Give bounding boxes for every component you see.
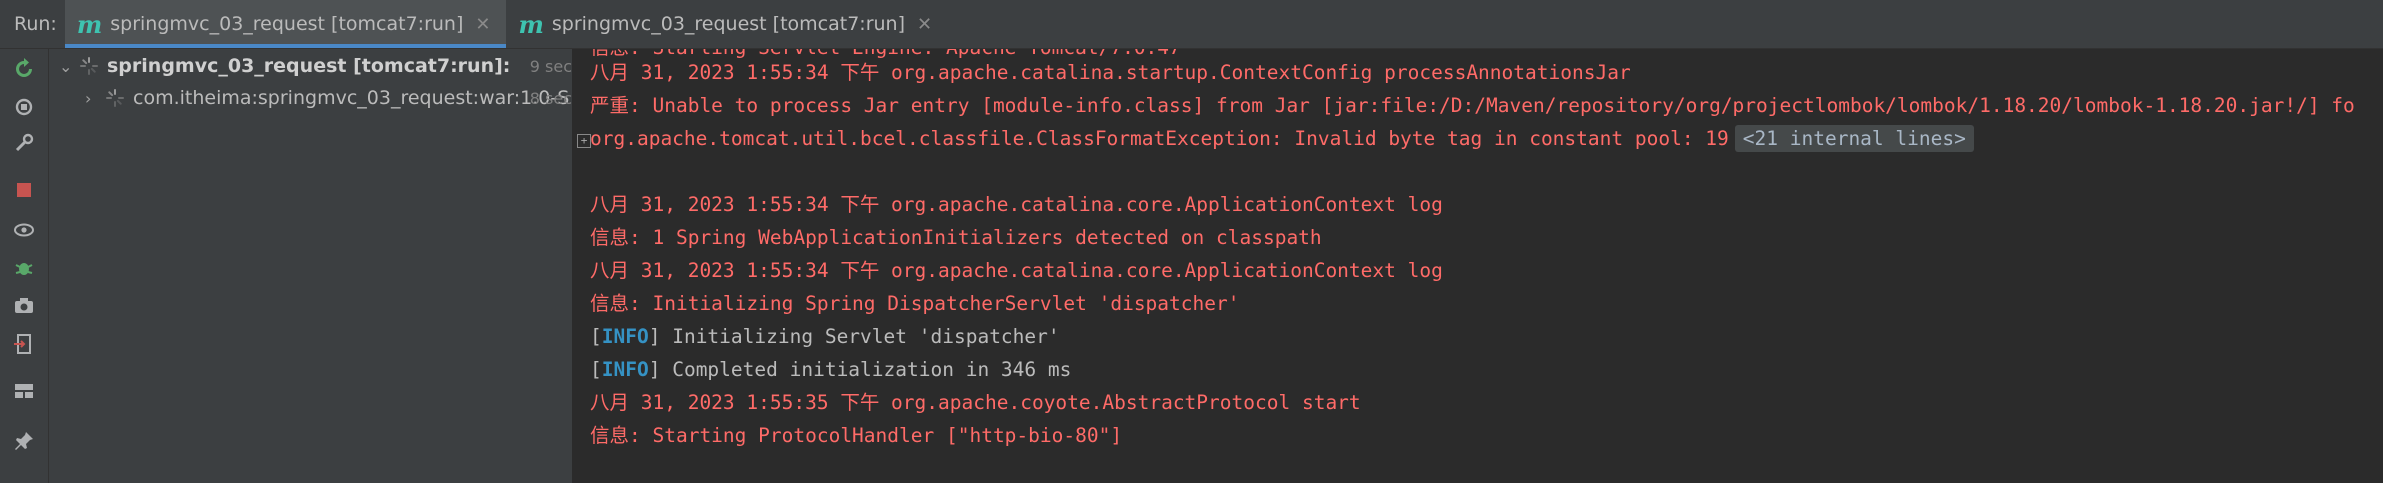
tree-root-row[interactable]: ⌄ springmvc_03_request [tomcat7:run]: 9 … — [59, 51, 572, 81]
run-tree-panel: ⌄ springmvc_03_request [tomcat7:run]: 9 … — [49, 49, 573, 483]
console-line: 八月 31, 2023 1:55:34 下午 org.apache.catali… — [590, 61, 1631, 84]
pin-icon[interactable] — [10, 427, 38, 455]
console-line: 信息: 1 Spring WebApplicationInitializers … — [590, 226, 1322, 249]
console-line: 八月 31, 2023 1:55:34 下午 org.apache.catali… — [590, 259, 1443, 282]
console-line: 信息: Starting ProtocolHandler ["http-bio-… — [590, 424, 1123, 447]
restart-icon[interactable] — [10, 93, 38, 121]
rerun-icon[interactable] — [10, 55, 38, 83]
console-line: 严重: Unable to process Jar entry [module-… — [590, 94, 2355, 117]
run-tool-window-header: Run: m springmvc_03_request [tomcat7:run… — [0, 0, 2383, 49]
console-line-info: [INFO] Completed initialization in 346 m… — [590, 358, 1072, 381]
info-text: Completed initialization in 346 ms — [660, 358, 1072, 381]
info-text: Initializing Servlet 'dispatcher' — [660, 325, 1060, 348]
console-line-info: [INFO] Initializing Servlet 'dispatcher' — [590, 325, 1060, 348]
tree-root-label: springmvc_03_request [tomcat7:run]: — [107, 55, 511, 77]
debug-bug-icon[interactable] — [10, 254, 38, 282]
elapsed-time: 9 sec — [529, 56, 572, 76]
close-icon[interactable]: ✕ — [917, 14, 932, 35]
tree-child-label: com.itheima:springmvc_03_request:war:1.0… — [133, 87, 570, 109]
run-toolbar — [0, 49, 49, 483]
info-tag: INFO — [601, 325, 649, 348]
collapsed-internal-lines[interactable]: <21 internal lines> — [1734, 125, 1974, 152]
elapsed-time: 8 sec — [529, 88, 572, 108]
maven-icon: m — [76, 9, 103, 39]
expand-fold-icon[interactable]: + — [577, 134, 591, 148]
spinner-icon — [80, 57, 98, 75]
console-output[interactable]: 信息: Starting Servlet Engine: Apache Tomc… — [573, 49, 2383, 483]
exception-text: org.apache.tomcat.util.bcel.classfile.Cl… — [590, 127, 1729, 150]
console-line: 信息: Initializing Spring DispatcherServle… — [590, 292, 1240, 315]
tree-child-row[interactable]: › com.itheima:springmvc_03_request:war:1… — [85, 83, 572, 113]
spinner-icon — [106, 89, 124, 107]
run-tab-label: springmvc_03_request [tomcat7:run] — [110, 13, 464, 35]
exit-icon[interactable] — [10, 330, 38, 358]
run-label: Run: — [14, 13, 57, 35]
run-tab-1[interactable]: m springmvc_03_request [tomcat7:run] ✕ — [64, 0, 507, 48]
run-tab-2[interactable]: m springmvc_03_request [tomcat7:run] ✕ — [506, 0, 948, 48]
layout-icon[interactable] — [10, 377, 38, 405]
stop-icon[interactable] — [10, 176, 38, 204]
camera-icon[interactable] — [10, 292, 38, 320]
chevron-down-icon[interactable]: ⌄ — [59, 57, 79, 76]
settings-wrench-icon[interactable] — [10, 129, 38, 157]
maven-icon: m — [518, 9, 544, 39]
run-tab-label: springmvc_03_request [tomcat7:run] — [551, 13, 905, 35]
console-line-exception: org.apache.tomcat.util.bcel.classfile.Cl… — [590, 124, 1974, 154]
console-line: 八月 31, 2023 1:55:35 下午 org.apache.coyote… — [590, 391, 1361, 414]
console-line: 八月 31, 2023 1:55:34 下午 org.apache.catali… — [590, 193, 1443, 216]
view-eye-icon[interactable] — [10, 216, 38, 244]
info-tag: INFO — [601, 358, 649, 381]
chevron-right-icon[interactable]: › — [85, 89, 105, 108]
close-icon[interactable]: ✕ — [475, 14, 490, 35]
